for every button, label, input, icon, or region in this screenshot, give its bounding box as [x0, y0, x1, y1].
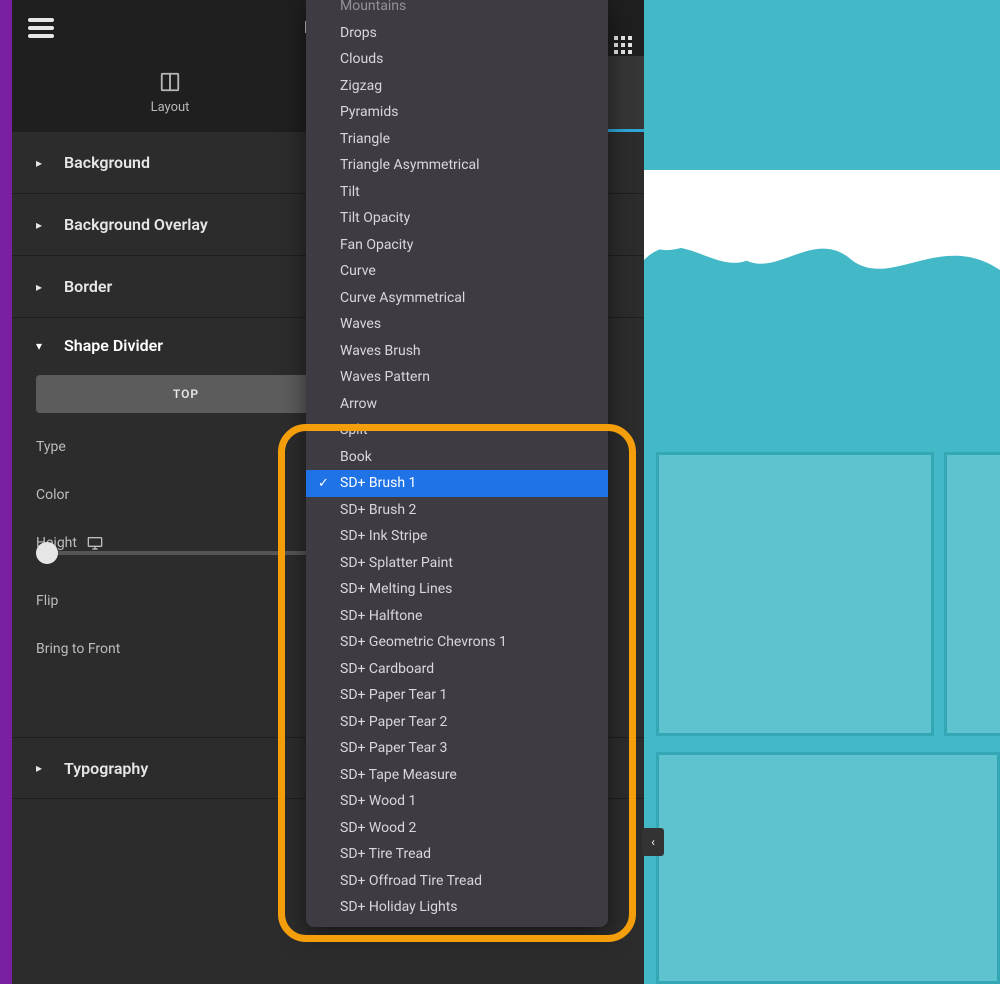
slider-thumb[interactable] [36, 542, 58, 564]
dropdown-item[interactable]: Waves [306, 311, 608, 338]
dropdown-item[interactable]: SD+ Cardboard [306, 656, 608, 683]
dropdown-item[interactable]: Clouds [306, 46, 608, 73]
dropdown-item[interactable]: Triangle [306, 126, 608, 153]
dropdown-item[interactable]: Zigzag [306, 73, 608, 100]
canvas-preview[interactable] [644, 0, 1000, 984]
dropdown-item[interactable]: Arrow [306, 391, 608, 418]
dropdown-item[interactable]: Book [306, 444, 608, 471]
dropdown-item[interactable]: Drops [306, 20, 608, 47]
tab-layout-label: Layout [151, 100, 190, 115]
preview-image-card-3 [656, 752, 1000, 984]
dropdown-item[interactable]: Waves Brush [306, 338, 608, 365]
dropdown-item[interactable]: Curve [306, 258, 608, 285]
dropdown-item[interactable]: Fan Opacity [306, 232, 608, 259]
dropdown-item[interactable]: SD+ Melting Lines [306, 576, 608, 603]
color-label: Color [36, 487, 69, 503]
bring-to-front-label: Bring to Front [36, 641, 120, 657]
dropdown-item[interactable]: Tilt [306, 179, 608, 206]
type-dropdown[interactable]: MountainsDropsCloudsZigzagPyramidsTriang… [306, 0, 608, 927]
dropdown-item[interactable]: SD+ Paper Tear 3 [306, 735, 608, 762]
shape-position-top-button[interactable]: TOP [36, 375, 336, 413]
menu-icon[interactable] [28, 18, 54, 38]
dropdown-item[interactable]: SD+ Geometric Chevrons 1 [306, 629, 608, 656]
caret-right-icon: ▸ [36, 156, 46, 170]
preview-image-card-1 [656, 452, 934, 736]
dropdown-item[interactable]: SD+ Tape Measure [306, 762, 608, 789]
dropdown-item[interactable]: Tilt Opacity [306, 205, 608, 232]
dropdown-item[interactable]: Waves Pattern [306, 364, 608, 391]
dropdown-item[interactable]: SD+ Holiday Lights [306, 894, 608, 921]
caret-right-icon: ▸ [36, 280, 46, 294]
dropdown-item[interactable]: SD+ Offroad Tire Tread [306, 868, 608, 895]
desktop-icon[interactable] [87, 536, 103, 550]
dropdown-item[interactable]: Split [306, 417, 608, 444]
app-accent-strip [0, 0, 12, 984]
dropdown-item[interactable]: SD+ Ink Stripe [306, 523, 608, 550]
panel-collapse-button[interactable]: ‹ [642, 828, 664, 856]
dropdown-item[interactable]: SD+ Splatter Paint [306, 550, 608, 577]
dropdown-item[interactable]: SD+ Paper Tear 2 [306, 709, 608, 736]
caret-right-icon: ▸ [36, 761, 46, 775]
dropdown-item[interactable]: Pyramids [306, 99, 608, 126]
flip-label: Flip [36, 593, 58, 609]
layout-icon [158, 70, 182, 94]
dropdown-item[interactable]: Curve Asymmetrical [306, 285, 608, 312]
dropdown-item[interactable]: SD+ Wood 2 [306, 815, 608, 842]
type-label: Type [36, 439, 66, 455]
caret-down-icon: ▾ [36, 339, 46, 353]
brush-stroke-svg [644, 200, 1000, 340]
dropdown-item[interactable]: Triangle Asymmetrical [306, 152, 608, 179]
dropdown-item[interactable]: SD+ Tire Tread [306, 841, 608, 868]
grid-icon[interactable] [614, 36, 632, 54]
dropdown-item[interactable]: SD+ Brush 2 [306, 497, 608, 524]
preview-image-card-2 [944, 452, 1000, 736]
dropdown-item[interactable]: SD+ Paper Tear 1 [306, 682, 608, 709]
caret-right-icon: ▸ [36, 218, 46, 232]
dropdown-item[interactable]: SD+ Brush 1 [306, 470, 608, 497]
dropdown-item[interactable]: Mountains [306, 0, 608, 20]
dropdown-item[interactable]: SD+ Halftone [306, 603, 608, 630]
dropdown-item[interactable]: SD+ Wood 1 [306, 788, 608, 815]
tab-layout[interactable]: Layout [12, 56, 328, 132]
